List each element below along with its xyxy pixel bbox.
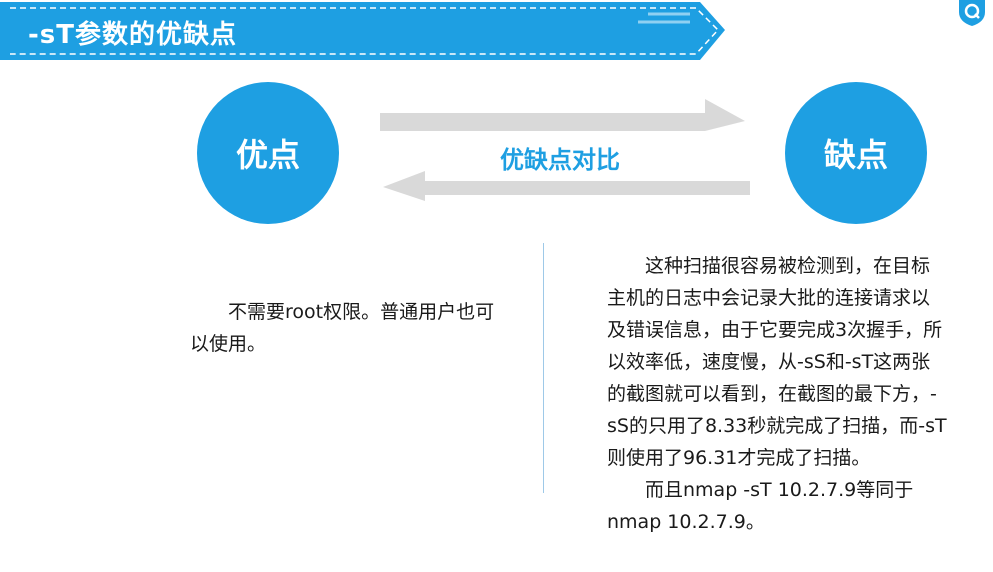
cons-text: 这种扫描很容易被检测到，在目标主机的日志中会记录大批的连接请求以及错误信息，由于… [607, 250, 947, 538]
header-banner: -sT参数的优缺点 [0, 0, 725, 62]
shield-logo-icon [955, 0, 989, 26]
cons-paragraph: 这种扫描很容易被检测到，在目标主机的日志中会记录大批的连接请求以及错误信息，由于… [607, 255, 947, 469]
page-title: -sT参数的优缺点 [28, 20, 238, 50]
cons-paragraph-2: 而且nmap -sT 10.2.7.9等同于nmap 10.2.7.9。 [607, 479, 914, 533]
cons-label: 缺点 [823, 136, 888, 174]
cons-circle: 缺点 [785, 82, 927, 224]
arrow-right-icon [380, 99, 745, 131]
pros-text: 不需要root权限。普通用户也可以使用。 [190, 296, 505, 360]
arrow-left-icon [383, 171, 750, 201]
divider-line [543, 243, 544, 493]
pros-label: 优点 [235, 136, 300, 174]
pros-paragraph: 不需要root权限。普通用户也可以使用。 [190, 301, 495, 355]
compare-label: 优缺点对比 [500, 146, 620, 174]
pros-circle: 优点 [197, 82, 339, 224]
